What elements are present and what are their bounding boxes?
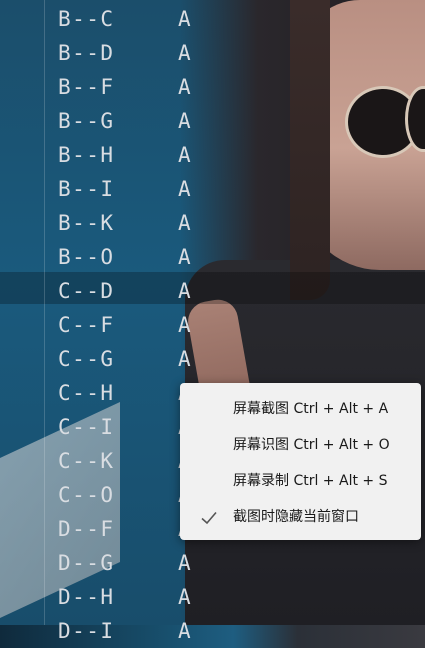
menu-item-screen-recognition[interactable]: 屏幕识图 Ctrl + Alt + O [180,427,421,463]
menu-item-label: 屏幕截图 Ctrl + Alt + A [233,401,389,417]
menu-item-hide-window-on-capture[interactable]: 截图时隐藏当前窗口 [180,499,421,535]
line-edge: D--F [58,517,115,541]
line-value: A [178,347,193,371]
line-edge: B--H [58,143,115,167]
line-value: A [178,143,193,167]
line-value: A [178,279,193,303]
editor-line[interactable]: D--H A [58,580,258,614]
line-value: A [178,109,193,133]
editor-line[interactable]: D--G A [58,546,258,580]
line-value: A [178,313,193,337]
line-value: A [178,41,193,65]
editor-line[interactable]: B--F A [58,70,258,104]
menu-item-label: 屏幕识图 Ctrl + Alt + O [233,437,390,453]
editor-line[interactable]: B--K A [58,206,258,240]
line-edge: B--G [58,109,115,133]
editor-line[interactable]: B--D A [58,36,258,70]
line-edge: C--H [58,381,115,405]
line-edge: C--K [58,449,115,473]
editor-line[interactable]: D--I A [58,614,258,648]
gutter-divider [44,0,45,625]
line-edge: C--D [58,279,115,303]
editor-line[interactable]: B--H A [58,138,258,172]
line-edge: D--I [58,619,115,643]
line-value: A [178,177,193,201]
line-edge: B--C [58,7,115,31]
menu-item-label: 屏幕录制 Ctrl + Alt + S [233,473,388,489]
editor-line[interactable]: C--F A [58,308,258,342]
line-edge: C--I [58,415,115,439]
line-value: A [178,585,193,609]
editor-line[interactable]: C--D A [58,274,258,308]
line-value: A [178,619,193,643]
line-edge: C--G [58,347,115,371]
editor-line[interactable]: B--I A [58,172,258,206]
line-edge: B--I [58,177,115,201]
line-edge: B--F [58,75,115,99]
line-edge: D--H [58,585,115,609]
checkmark-icon [201,511,217,525]
line-edge: B--K [58,211,115,235]
line-value: A [178,211,193,235]
line-edge: B--O [58,245,115,269]
line-edge: D--G [58,551,115,575]
editor-line[interactable]: B--C A [58,2,258,36]
menu-item-screen-recording[interactable]: 屏幕录制 Ctrl + Alt + S [180,463,421,499]
menu-item-screen-capture[interactable]: 屏幕截图 Ctrl + Alt + A [180,391,421,427]
line-value: A [178,7,193,31]
editor-line[interactable]: C--G A [58,342,258,376]
line-edge: C--O [58,483,115,507]
menu-item-label: 截图时隐藏当前窗口 [233,509,359,525]
editor-line[interactable]: B--O A [58,240,258,274]
editor-line[interactable]: B--G A [58,104,258,138]
line-edge: B--D [58,41,115,65]
line-value: A [178,245,193,269]
line-value: A [178,75,193,99]
screenshot-context-menu: 屏幕截图 Ctrl + Alt + A 屏幕识图 Ctrl + Alt + O … [180,383,421,540]
line-value: A [178,551,193,575]
line-edge: C--F [58,313,115,337]
